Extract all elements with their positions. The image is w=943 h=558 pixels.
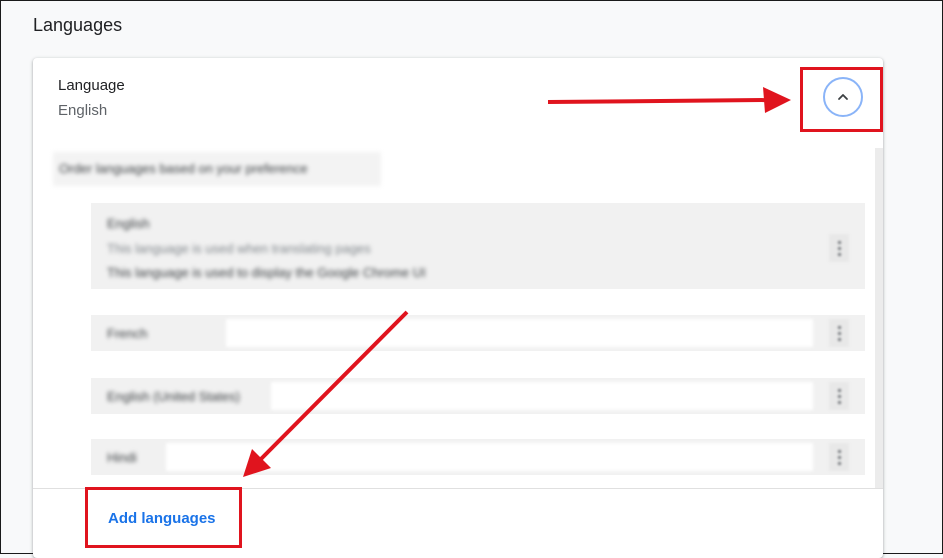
more-options-icon[interactable] — [829, 234, 849, 262]
order-languages-label: Order languages based on your preference — [53, 152, 381, 186]
language-row-french: French — [91, 315, 865, 351]
language-row-english-us: English (United States) — [91, 378, 865, 414]
language-card: Language English Order languages based o… — [33, 58, 883, 558]
more-options-icon[interactable] — [829, 319, 849, 347]
scrollbar[interactable] — [875, 148, 883, 488]
annotation-box-expand — [800, 67, 883, 132]
language-label: Language — [58, 77, 125, 94]
section-title: Languages — [33, 15, 123, 35]
language-name: English (United States) — [107, 389, 240, 404]
annotation-box-add-languages — [85, 487, 242, 548]
language-name: Hindi — [107, 450, 137, 465]
language-row-english: English This language is used when trans… — [91, 203, 865, 289]
language-name: French — [107, 326, 148, 341]
more-options-icon[interactable] — [829, 382, 849, 410]
language-value: English — [58, 102, 108, 119]
language-row-hindi: Hindi — [91, 439, 865, 475]
more-options-icon[interactable] — [829, 443, 849, 471]
language-note: This language is used when translating p… — [107, 241, 371, 256]
language-name: English — [107, 216, 150, 231]
language-note: This language is used to display the Goo… — [107, 265, 426, 280]
